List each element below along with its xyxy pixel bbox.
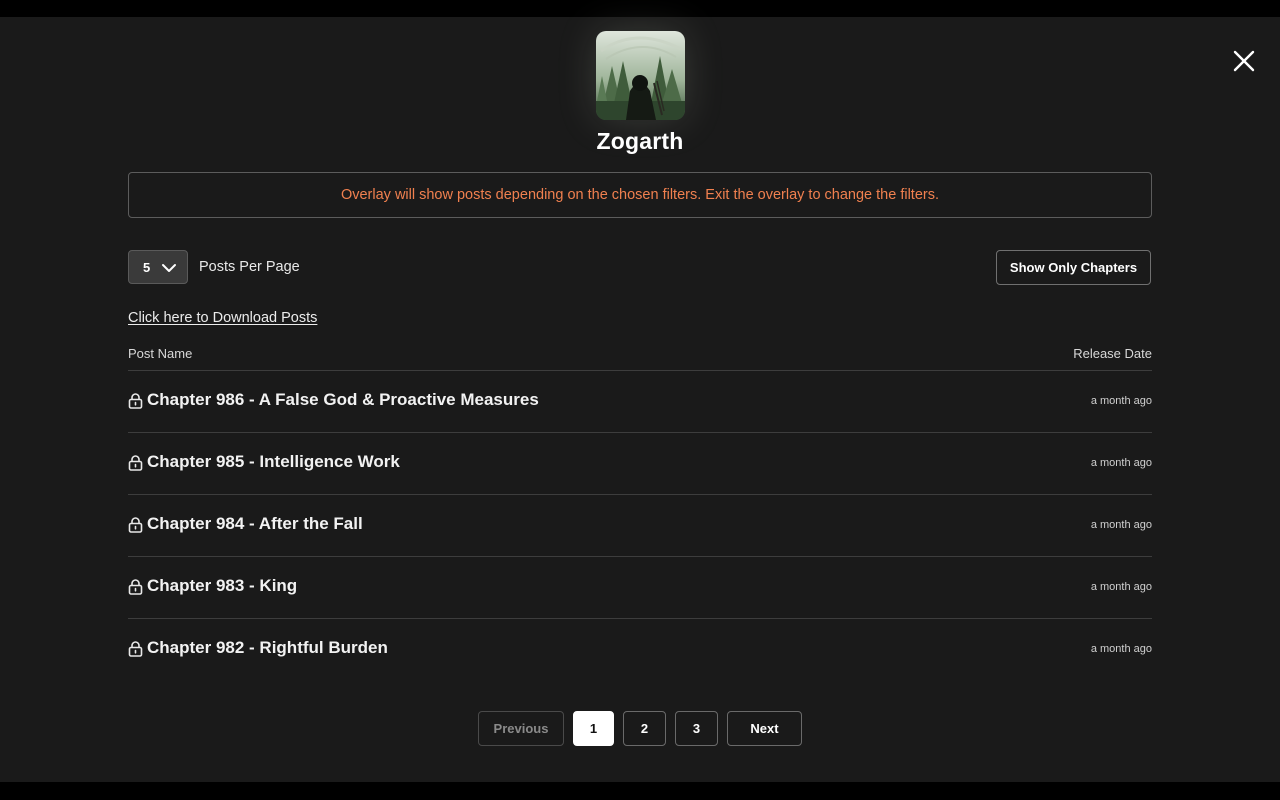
post-row[interactable]: Chapter 982 - Rightful Burden a month ag… (128, 619, 1152, 680)
close-button[interactable] (1228, 45, 1260, 77)
lock-icon (128, 393, 143, 409)
posts-per-page-select[interactable]: 5 (128, 250, 188, 284)
post-title[interactable]: Chapter 985 - Intelligence Work (147, 452, 400, 472)
posts-overlay: Zogarth Overlay will show posts dependin… (0, 17, 1280, 782)
previous-page-button[interactable]: Previous (478, 711, 564, 746)
post-release-date: a month ago (1090, 581, 1152, 593)
column-header-post-name: Post Name (128, 346, 193, 361)
post-release-date: a month ago (1090, 643, 1152, 655)
close-icon (1233, 50, 1255, 72)
posts-per-page-value: 5 (143, 259, 151, 275)
posts-per-page-label: Posts Per Page (199, 259, 300, 275)
post-release-date: a month ago (1090, 395, 1152, 407)
next-page-button[interactable]: Next (727, 711, 802, 746)
post-row[interactable]: Chapter 983 - King a month ago (128, 557, 1152, 619)
post-row[interactable]: Chapter 984 - After the Fall a month ago (128, 495, 1152, 557)
post-row[interactable]: Chapter 985 - Intelligence Work a month … (128, 433, 1152, 495)
post-title[interactable]: Chapter 983 - King (147, 576, 297, 596)
post-title[interactable]: Chapter 982 - Rightful Burden (147, 638, 388, 658)
filter-notice: Overlay will show posts depending on the… (128, 172, 1152, 218)
page-button-3[interactable]: 3 (675, 711, 718, 746)
posts-list: Chapter 986 - A False God & Proactive Me… (128, 370, 1152, 680)
page-button-2[interactable]: 2 (623, 711, 666, 746)
post-release-date: a month ago (1090, 457, 1152, 469)
column-header-release-date: Release Date (1073, 346, 1152, 361)
post-title[interactable]: Chapter 986 - A False God & Proactive Me… (147, 390, 539, 410)
lock-icon (128, 641, 143, 657)
post-row[interactable]: Chapter 986 - A False God & Proactive Me… (128, 371, 1152, 433)
download-posts-link[interactable]: Click here to Download Posts (128, 310, 317, 326)
page-button-1[interactable]: 1 (573, 711, 614, 746)
lock-icon (128, 455, 143, 471)
filter-notice-text: Overlay will show posts depending on the… (340, 187, 940, 203)
post-release-date: a month ago (1090, 519, 1152, 531)
show-only-chapters-button[interactable]: Show Only Chapters (996, 250, 1151, 285)
creator-name: Zogarth (596, 128, 684, 154)
creator-avatar (596, 31, 685, 120)
chevron-down-icon (162, 264, 176, 272)
lock-icon (128, 579, 143, 595)
lock-icon (128, 517, 143, 533)
post-title[interactable]: Chapter 984 - After the Fall (147, 514, 363, 534)
